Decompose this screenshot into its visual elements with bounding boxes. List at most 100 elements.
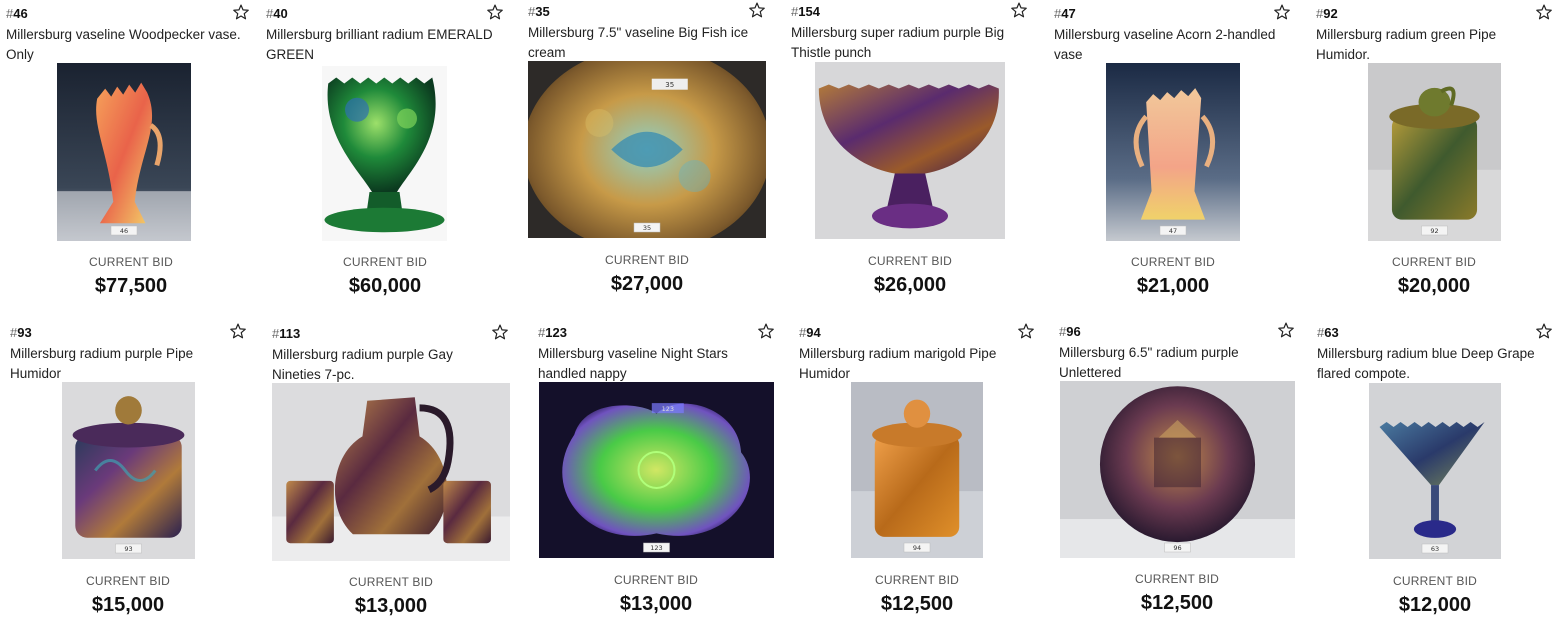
lot-number: #154 xyxy=(791,3,820,21)
lot-number: #40 xyxy=(266,5,288,23)
current-bid-amount: $12,000 xyxy=(1398,594,1472,616)
lot-photo[interactable]: 63 xyxy=(1369,383,1501,559)
lot-number-value: 123 xyxy=(545,325,567,340)
lot-photo[interactable]: 123 123 xyxy=(539,382,774,558)
current-bid-label: CURRENT BID xyxy=(1392,255,1476,269)
lot-card[interactable]: #46 Millersburg vaseline Woodpecker vase.… xyxy=(6,3,261,313)
svg-text:93: 93 xyxy=(124,545,132,553)
star-outline-icon[interactable] xyxy=(748,1,768,21)
lot-title[interactable]: Millersburg radium purple Gay Nineties 7… xyxy=(272,345,501,385)
current-bid-amount: $12,500 xyxy=(880,593,954,615)
lot-photo[interactable]: 94 xyxy=(851,382,983,558)
lot-title[interactable]: Millersburg radium blue Deep Grape flare… xyxy=(1317,344,1545,384)
lot-title[interactable]: Millersburg 6.5" radium purple Unlettere… xyxy=(1059,343,1287,383)
lot-number: #113 xyxy=(272,325,300,343)
lot-card[interactable]: #92 Millersburg radium green Pipe Humidor… xyxy=(1316,3,1567,313)
lot-photo[interactable] xyxy=(322,66,447,241)
current-bid-amount: $21,000 xyxy=(1136,275,1210,297)
current-bid-label: CURRENT BID xyxy=(343,255,427,269)
current-bid-amount: $13,000 xyxy=(619,593,693,615)
lot-card[interactable]: #96 Millersburg 6.5" radium purple Unlett… xyxy=(1059,321,1314,631)
current-bid-amount: $15,000 xyxy=(91,594,165,616)
lot-number-value: 63 xyxy=(1324,325,1339,340)
lot-card[interactable]: #154 Millersburg super radium purple Big … xyxy=(791,1,1046,311)
star-outline-icon[interactable] xyxy=(232,3,252,23)
svg-text:123: 123 xyxy=(662,405,674,413)
current-bid-label: CURRENT BID xyxy=(614,573,698,587)
current-bid-label: CURRENT BID xyxy=(86,574,170,588)
lot-number: #47 xyxy=(1054,5,1076,23)
lot-photo[interactable] xyxy=(815,62,1005,239)
lot-photo[interactable]: 47 xyxy=(1106,63,1240,241)
lot-title[interactable]: Millersburg brilliant radium EMERALD GRE… xyxy=(266,25,496,65)
lot-card[interactable]: #123 Millersburg vaseline Night Stars han… xyxy=(538,322,793,632)
svg-text:63: 63 xyxy=(1431,545,1439,553)
star-outline-icon[interactable] xyxy=(1535,3,1555,23)
lot-number: #92 xyxy=(1316,5,1338,23)
lot-card[interactable]: #63 Millersburg radium blue Deep Grape fl… xyxy=(1317,322,1567,632)
star-outline-icon[interactable] xyxy=(229,322,249,342)
lot-number-value: 40 xyxy=(273,6,288,21)
current-bid-label: CURRENT BID xyxy=(1135,572,1219,586)
lot-card[interactable]: #35 Millersburg 7.5" vaseline Big Fish ic… xyxy=(528,1,783,311)
lot-number: #96 xyxy=(1059,323,1081,341)
svg-text:123: 123 xyxy=(650,544,662,552)
lot-title[interactable]: Millersburg vaseline Night Stars handled… xyxy=(538,344,767,384)
current-bid-label: CURRENT BID xyxy=(605,253,689,267)
current-bid-amount: $13,000 xyxy=(354,595,428,617)
lot-photo[interactable]: 35 35 xyxy=(528,61,766,238)
lot-photo[interactable]: 96 xyxy=(1060,381,1295,558)
current-bid-label: CURRENT BID xyxy=(349,575,433,589)
lot-number: #35 xyxy=(528,3,550,21)
lot-number-value: 96 xyxy=(1066,324,1081,339)
lot-card[interactable]: #47 Millersburg vaseline Acorn 2-handled … xyxy=(1054,3,1309,313)
lot-card[interactable]: #113 Millersburg radium purple Gay Nineti… xyxy=(272,323,527,633)
star-outline-icon[interactable] xyxy=(1273,3,1293,23)
current-bid-label: CURRENT BID xyxy=(875,573,959,587)
star-outline-icon[interactable] xyxy=(757,322,777,342)
star-outline-icon[interactable] xyxy=(491,323,511,343)
lot-number-value: 113 xyxy=(279,326,301,341)
lot-photo[interactable]: 92 xyxy=(1368,63,1501,241)
lot-title[interactable]: Millersburg radium green Pipe Humidor. xyxy=(1316,25,1545,65)
current-bid-label: CURRENT BID xyxy=(1393,574,1477,588)
current-bid-label: CURRENT BID xyxy=(1131,255,1215,269)
lot-number-value: 47 xyxy=(1061,6,1076,21)
lot-number: #94 xyxy=(799,324,821,342)
lot-title[interactable]: Millersburg radium purple Pipe Humidor xyxy=(10,344,239,384)
star-outline-icon[interactable] xyxy=(486,3,506,23)
lot-card[interactable]: #40 Millersburg brilliant radium EMERALD … xyxy=(266,3,521,313)
lot-card[interactable]: #93 Millersburg radium purple Pipe Humido… xyxy=(10,322,265,632)
svg-text:35: 35 xyxy=(643,224,651,232)
lot-title[interactable]: Millersburg super radium purple Big This… xyxy=(791,23,1020,63)
star-outline-icon[interactable] xyxy=(1010,1,1030,21)
lot-number-value: 154 xyxy=(798,4,820,19)
lot-photo[interactable]: 46 xyxy=(57,63,191,241)
lot-photo[interactable] xyxy=(272,383,510,561)
current-bid-amount: $60,000 xyxy=(348,275,422,297)
lot-title[interactable]: Millersburg 7.5" vaseline Big Fish ice c… xyxy=(528,23,758,63)
lot-photo[interactable]: 93 xyxy=(62,382,195,559)
svg-text:47: 47 xyxy=(1169,227,1177,235)
lot-number: #93 xyxy=(10,324,32,342)
current-bid-amount: $12,500 xyxy=(1140,592,1214,614)
star-outline-icon[interactable] xyxy=(1017,322,1037,342)
lot-number-value: 46 xyxy=(13,6,28,21)
current-bid-label: CURRENT BID xyxy=(868,254,952,268)
lot-grid: #46 Millersburg vaseline Woodpecker vase.… xyxy=(0,0,1567,623)
lot-number-value: 35 xyxy=(535,4,550,19)
lot-number: #123 xyxy=(538,324,567,342)
svg-text:35: 35 xyxy=(665,81,674,89)
svg-text:94: 94 xyxy=(913,544,921,552)
lot-number: #46 xyxy=(6,5,28,23)
star-outline-icon[interactable] xyxy=(1277,321,1297,341)
current-bid-amount: $77,500 xyxy=(94,275,168,297)
svg-text:96: 96 xyxy=(1173,544,1181,552)
lot-title[interactable]: Millersburg radium marigold Pipe Humidor xyxy=(799,344,1027,384)
lot-card[interactable]: #94 Millersburg radium marigold Pipe Humi… xyxy=(799,322,1054,632)
star-outline-icon[interactable] xyxy=(1535,322,1555,342)
svg-text:46: 46 xyxy=(120,227,128,235)
lot-title[interactable]: Millersburg vaseline Woodpecker vase. On… xyxy=(6,25,242,65)
lot-number: #63 xyxy=(1317,324,1339,342)
lot-title[interactable]: Millersburg vaseline Acorn 2-handled vas… xyxy=(1054,25,1283,65)
